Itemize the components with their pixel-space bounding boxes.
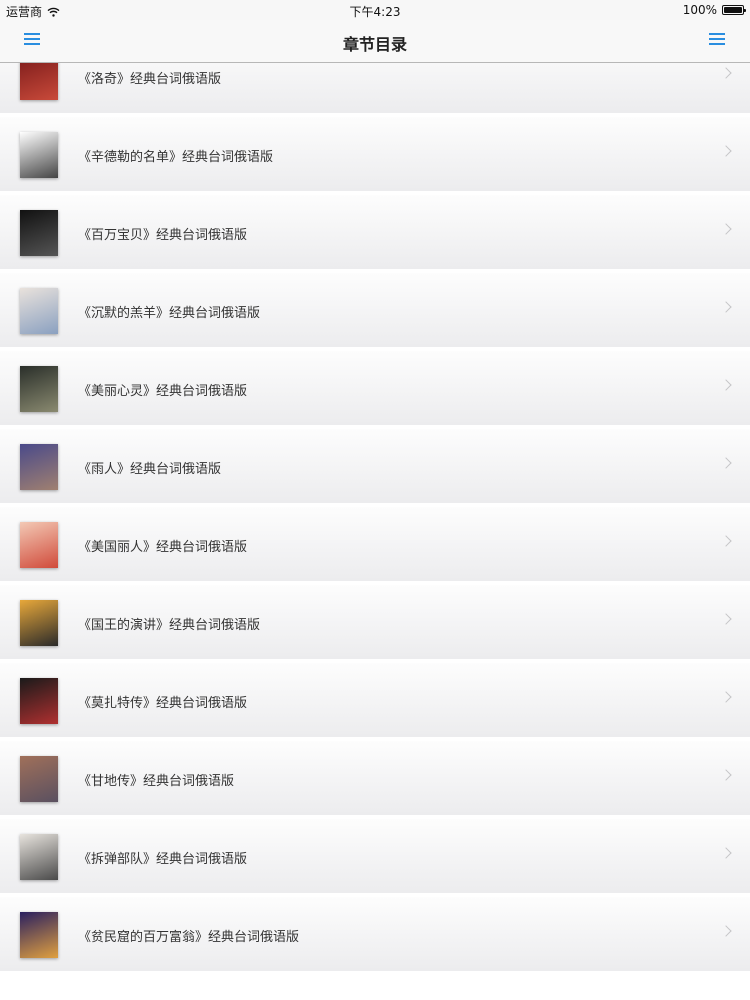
poster-art	[20, 678, 58, 724]
poster-art	[20, 522, 58, 568]
chevron-right-icon	[720, 535, 732, 547]
chapter-title: 《洛奇》经典台词俄语版	[78, 72, 222, 87]
chapter-row[interactable]: 《雨人》经典台词俄语版	[0, 429, 750, 505]
chapter-row[interactable]: 《国王的演讲》经典台词俄语版	[0, 585, 750, 661]
chapter-row[interactable]: 《百万宝贝》经典台词俄语版	[0, 195, 750, 271]
battery-percent: 100%	[682, 3, 717, 17]
movie-poster-icon	[20, 522, 58, 568]
movie-poster-icon	[20, 444, 58, 490]
chapter-title: 《贫民窟的百万富翁》经典台词俄语版	[78, 930, 300, 945]
chapter-row[interactable]: 《拆弹部队》经典台词俄语版	[0, 819, 750, 895]
chevron-right-icon	[720, 847, 732, 859]
clock: 下午4:23	[349, 5, 401, 19]
chevron-right-icon	[720, 613, 732, 625]
chevron-right-icon	[720, 301, 732, 313]
chapter-row[interactable]: 《贫民窟的百万富翁》经典台词俄语版	[0, 897, 750, 973]
chapter-row[interactable]: 《美国丽人》经典台词俄语版	[0, 507, 750, 583]
battery-icon	[722, 5, 746, 15]
chapter-title: 《甘地传》经典台词俄语版	[78, 774, 235, 789]
chapter-row[interactable]: 《洛奇》经典台词俄语版	[0, 63, 750, 115]
chevron-right-icon	[720, 691, 732, 703]
poster-art	[20, 132, 58, 178]
movie-poster-icon	[20, 132, 58, 178]
chevron-right-icon	[720, 67, 732, 79]
right-menu-icon[interactable]	[709, 31, 727, 47]
poster-art	[20, 600, 58, 646]
chapter-row[interactable]: 《莫扎特传》经典台词俄语版	[0, 663, 750, 739]
poster-art	[20, 834, 58, 880]
movie-poster-icon	[20, 756, 58, 802]
poster-art	[20, 366, 58, 412]
chapter-row[interactable]: 《甘地传》经典台词俄语版	[0, 741, 750, 817]
poster-art	[20, 210, 58, 256]
navigation-bar: 章节目录	[0, 20, 750, 63]
poster-art	[20, 288, 58, 334]
chapter-title: 《沉默的羔羊》经典台词俄语版	[78, 306, 261, 321]
movie-poster-icon	[20, 678, 58, 724]
chapter-title: 《莫扎特传》经典台词俄语版	[78, 696, 248, 711]
movie-poster-icon	[20, 912, 58, 958]
status-bar: 运营商 下午4:23 100%	[0, 0, 750, 20]
chapter-title: 《百万宝贝》经典台词俄语版	[78, 228, 248, 243]
poster-art	[20, 444, 58, 490]
chevron-right-icon	[720, 457, 732, 469]
chapter-row[interactable]: 《辛德勒的名单》经典台词俄语版	[0, 117, 750, 193]
movie-poster-icon	[20, 366, 58, 412]
page-title: 章节目录	[342, 35, 407, 54]
movie-poster-icon	[20, 834, 58, 880]
chapter-title: 《美丽心灵》经典台词俄语版	[78, 384, 248, 399]
chapter-title: 《美国丽人》经典台词俄语版	[78, 540, 248, 555]
poster-art	[20, 63, 58, 100]
chapter-title: 《辛德勒的名单》经典台词俄语版	[78, 150, 274, 165]
chevron-right-icon	[720, 769, 732, 781]
chevron-right-icon	[720, 925, 732, 937]
chevron-right-icon	[720, 379, 732, 391]
chapter-row[interactable]: 《美丽心灵》经典台词俄语版	[0, 351, 750, 427]
chapter-title: 《雨人》经典台词俄语版	[78, 462, 222, 477]
movie-poster-icon	[20, 288, 58, 334]
movie-poster-icon	[20, 600, 58, 646]
movie-poster-icon	[20, 210, 58, 256]
chapter-title: 《国王的演讲》经典台词俄语版	[78, 618, 261, 633]
chevron-right-icon	[720, 145, 732, 157]
status-right: 100%	[682, 3, 746, 17]
movie-poster-icon	[20, 63, 58, 100]
poster-art	[20, 756, 58, 802]
chapter-list[interactable]: 《洛奇》经典台词俄语版 《辛德勒的名单》经典台词俄语版 《百万宝贝》经典台词俄语版《…	[0, 63, 750, 1000]
chevron-right-icon	[720, 223, 732, 235]
chapter-title: 《拆弹部队》经典台词俄语版	[78, 852, 248, 867]
poster-art	[20, 912, 58, 958]
chapter-row[interactable]: 《沉默的羔羊》经典台词俄语版	[0, 273, 750, 349]
